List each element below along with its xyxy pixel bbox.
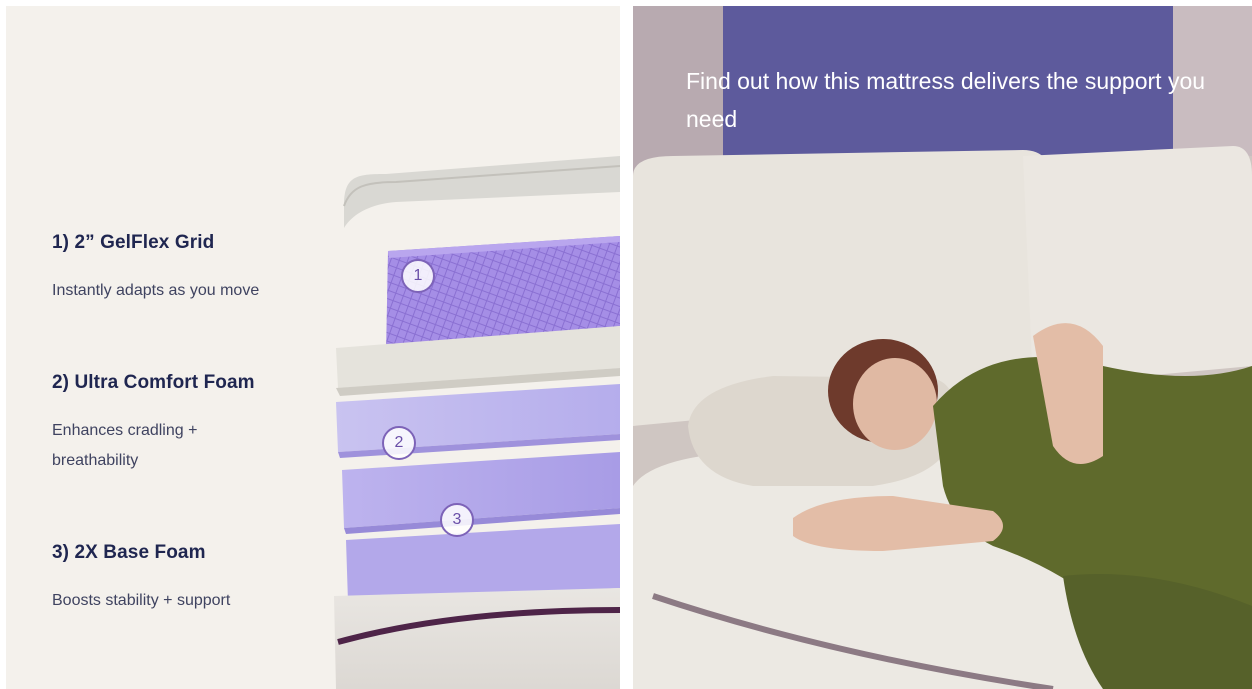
layer-1-description: Instantly adapts as you move (52, 282, 260, 299)
layer-1-title: 1) 2” GelFlex Grid (52, 232, 215, 253)
video-frame[interactable]: Find out how this mattress delivers the … (633, 6, 1252, 689)
layer-2-title: 2) Ultra Comfort Foam (52, 372, 255, 393)
layer-2-description: Enhances cradling + breathability (52, 422, 198, 469)
layer-2-number-badge: 2 (382, 426, 416, 460)
mattress-layers-panel: 1 2 3 1) 2” GelFlex Grid Instantly adapt… (6, 6, 620, 689)
layer-1-number-badge: 1 (401, 259, 435, 293)
layer-3-number-badge: 3 (440, 503, 474, 537)
video-caption: Find out how this mattress delivers the … (686, 68, 1206, 132)
layer-3-description: Boosts stability + support (52, 592, 231, 609)
layer-3-title: 3) 2X Base Foam (52, 542, 206, 563)
